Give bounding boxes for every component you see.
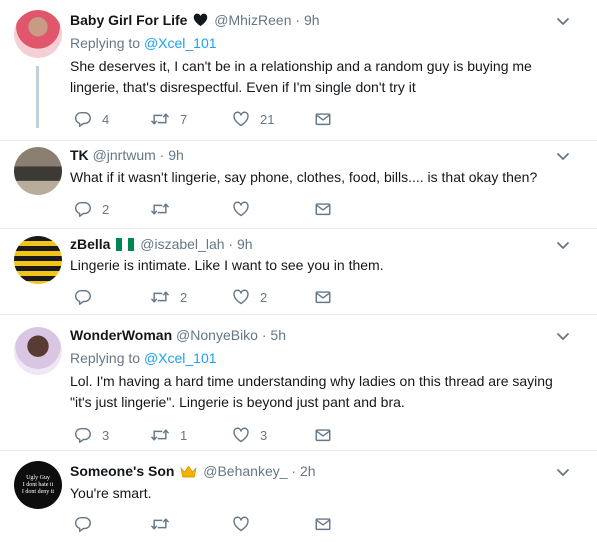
retweet-count: 7 (180, 111, 188, 127)
reply-icon (74, 200, 92, 218)
avatar[interactable] (14, 147, 62, 195)
tweet-text: Lingerie is intimate. Like I want to see… (70, 257, 384, 273)
timestamp[interactable]: 9h (304, 12, 320, 28)
display-name[interactable]: zBella (70, 236, 110, 252)
chevron-down-icon[interactable] (555, 237, 571, 253)
handle[interactable]: @MhizReen (214, 12, 291, 28)
avatar[interactable] (14, 10, 62, 58)
black-heart-emoji (193, 13, 208, 31)
reply-icon (74, 515, 92, 533)
like-button[interactable]: 3 (232, 425, 267, 445)
envelope-icon (314, 515, 332, 533)
retweet-button[interactable]: 1 (150, 425, 187, 445)
handle[interactable]: @Behankey_ (203, 463, 287, 479)
retweet-icon (150, 426, 170, 444)
like-count: 3 (260, 427, 268, 443)
reply-icon (74, 110, 92, 128)
handle[interactable]: @NonyeBiko (176, 327, 258, 343)
direct-message-button[interactable] (314, 109, 332, 129)
like-count: 21 (260, 111, 275, 127)
heart-icon (232, 426, 250, 444)
nigeria-flag-emoji (116, 237, 135, 255)
heart-icon (232, 288, 250, 306)
tweet-text: What if it wasn't lingerie, say phone, c… (70, 169, 538, 185)
heart-icon (232, 200, 250, 218)
mention-link[interactable]: @Xcel_101 (144, 350, 217, 366)
like-count: 2 (260, 289, 268, 305)
replying-label: Replying to (70, 350, 141, 366)
retweet-button[interactable]: 2 (150, 287, 187, 307)
chevron-down-icon[interactable] (555, 464, 571, 480)
reply-icon (74, 426, 92, 444)
like-button[interactable]: 2 (232, 287, 267, 307)
tweet-text: She deserves it, I can't be in a relatio… (70, 58, 532, 95)
mention-link[interactable]: @Xcel_101 (144, 35, 217, 51)
direct-message-button[interactable] (314, 287, 332, 307)
retweet-icon (150, 515, 170, 533)
avatar[interactable]: Ugly Guy I dont hate it I dont deny it (14, 461, 62, 509)
chevron-down-icon[interactable] (555, 148, 571, 164)
reply-count: 4 (102, 111, 110, 127)
retweet-count: 1 (180, 427, 188, 443)
direct-message-button[interactable] (314, 514, 332, 534)
replying-label: Replying to (70, 35, 141, 51)
reply-button[interactable]: 3 (74, 425, 109, 445)
tweet[interactable]: zBella @iszabel_lah · 9h Lingerie is int… (0, 229, 597, 314)
display-name[interactable]: Someone's Son (70, 463, 174, 479)
envelope-icon (314, 426, 332, 444)
chevron-down-icon[interactable] (555, 328, 571, 344)
timestamp[interactable]: 2h (300, 463, 316, 479)
retweet-icon (150, 200, 170, 218)
timestamp[interactable]: 5h (270, 327, 286, 343)
reply-count: 3 (102, 427, 110, 443)
chevron-down-icon[interactable] (555, 13, 571, 29)
heart-icon (232, 110, 250, 128)
timestamp[interactable]: 9h (168, 147, 184, 163)
display-name[interactable]: WonderWoman (70, 327, 172, 343)
tweet[interactable]: WonderWoman @NonyeBiko · 5h Replying to … (0, 315, 597, 450)
envelope-icon (314, 110, 332, 128)
envelope-icon (314, 288, 332, 306)
handle[interactable]: @jnrtwum (93, 147, 156, 163)
timestamp[interactable]: 9h (237, 236, 253, 252)
retweet-icon (150, 288, 170, 306)
direct-message-button[interactable] (314, 199, 332, 219)
handle[interactable]: @iszabel_lah (140, 236, 224, 252)
tweet[interactable]: Ugly Guy I dont hate it I dont deny it S… (0, 451, 597, 542)
direct-message-button[interactable] (314, 425, 332, 445)
avatar[interactable] (14, 327, 62, 375)
tweet[interactable]: Baby Girl For Life @MhizReen · 9h Replyi… (0, 0, 597, 140)
envelope-icon (314, 200, 332, 218)
retweet-button[interactable] (150, 199, 180, 219)
display-name[interactable]: TK (70, 147, 89, 163)
tweet[interactable]: TK @jnrtwum · 9h What if it wasn't linge… (0, 141, 597, 229)
crown-emoji (180, 464, 197, 482)
retweet-icon (150, 110, 170, 128)
like-button[interactable]: 21 (232, 109, 274, 129)
retweet-button[interactable] (150, 514, 180, 534)
tweet-text: Lol. I'm having a hard time understandin… (70, 373, 553, 410)
tweet-text: You're smart. (70, 485, 152, 501)
replying-to: Replying to @Xcel_101 (70, 34, 217, 52)
reply-button[interactable]: 4 (74, 109, 109, 129)
reply-icon (74, 288, 92, 306)
display-name[interactable]: Baby Girl For Life (70, 12, 187, 28)
heart-icon (232, 515, 250, 533)
avatar[interactable] (14, 236, 62, 284)
reply-button[interactable]: 2 (74, 199, 109, 219)
retweet-count: 2 (180, 289, 188, 305)
retweet-button[interactable]: 7 (150, 109, 187, 129)
replying-to: Replying to @Xcel_101 (70, 349, 217, 367)
reply-count: 2 (102, 201, 110, 217)
like-button[interactable] (232, 199, 260, 219)
like-button[interactable] (232, 514, 260, 534)
reply-button[interactable] (74, 514, 102, 534)
reply-button[interactable] (74, 287, 102, 307)
